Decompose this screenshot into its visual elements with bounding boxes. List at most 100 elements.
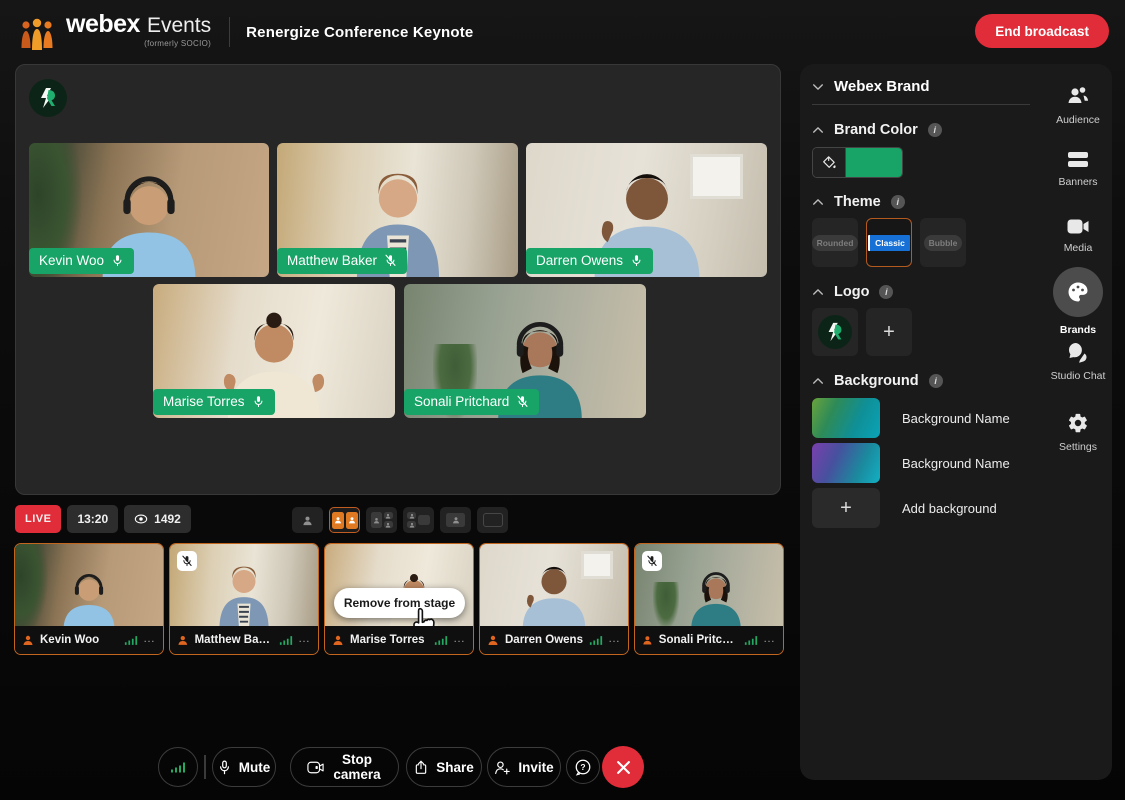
help-button[interactable]: ? [566,750,600,784]
thumbnail-name: Kevin Woo [40,634,99,646]
participant-name: Marise Torres [163,394,245,409]
sidebar-item-media[interactable]: Media [1040,218,1116,254]
speaker-icon [22,634,34,646]
participant-nametag: Darren Owens [526,248,653,274]
chevron-up-icon [812,377,824,385]
mic-on-icon [111,254,124,267]
theme-option-classic-selected[interactable]: Classic [866,218,912,267]
stage-video-tile[interactable]: Sonali Pritchard [404,284,646,418]
logo-section-header[interactable]: Logo i [812,284,893,300]
participant-thumbnail[interactable]: Remove from stage Marise Torres … [324,543,474,655]
thumbnail-name: Sonali Pritchard [659,634,738,646]
info-icon[interactable]: i [879,285,893,299]
mute-button[interactable]: Mute [212,747,276,787]
logo-thumbnail[interactable] [812,308,858,356]
speaker-icon [487,634,499,646]
stage-brand-logo [29,79,67,117]
theme-title: Theme [834,194,881,210]
settings-gear-icon [1067,412,1089,434]
layout-pip-button[interactable] [440,507,471,533]
theme-option-label: Rounded [812,235,859,251]
broadcast-timer: 13:20 [67,505,118,533]
participant-thumbnail[interactable]: Darren Owens … [479,543,629,655]
stage-canvas: Kevin Woo Matthew Baker [15,64,781,495]
section-divider [812,104,1030,105]
end-broadcast-button[interactable]: End broadcast [975,14,1109,48]
remove-from-stage-menu-item[interactable]: Remove from stage [334,588,465,618]
sidebar-item-brands-active[interactable]: Brands [1040,267,1116,336]
participant-name: Matthew Baker [287,253,377,268]
participant-thumbnail[interactable]: Sonali Pritchard … [634,543,784,655]
add-background-label: Add background [902,501,997,516]
sidebar-item-settings[interactable]: Settings [1040,412,1116,453]
sidebar-item-banners[interactable]: Banners [1040,150,1116,188]
connection-signal-icon [279,635,293,646]
participant-nametag: Kevin Woo [29,248,134,274]
participant-thumbnail[interactable]: Matthew Baker … [169,543,319,655]
camera-icon [307,761,324,774]
layout-grid-button-selected[interactable] [329,507,360,533]
toolbar-divider [204,755,206,779]
audio-level-button[interactable] [158,747,198,787]
live-badge: LIVE [15,505,61,533]
background-item[interactable]: Background Name [812,443,1010,483]
share-button[interactable]: Share [406,747,482,787]
mic-muted-icon [516,395,529,408]
sidebar-item-audience[interactable]: Audience [1040,85,1116,126]
theme-option-label: Classic [868,235,910,251]
theme-option-rounded[interactable]: Rounded [812,218,858,267]
stage-video-tile[interactable]: Darren Owens [526,143,767,277]
event-title: Renergize Conference Keynote [246,24,473,41]
mic-muted-icon [384,254,397,267]
layout-speaker-grid-button[interactable] [366,507,397,533]
background-thumbnail[interactable] [812,443,880,483]
add-logo-button[interactable]: + [866,308,912,356]
add-background-button[interactable]: + [812,488,880,528]
background-thumbnail[interactable] [812,398,880,438]
info-icon[interactable]: i [929,374,943,388]
info-icon[interactable]: i [928,123,942,137]
participant-thumbnail[interactable]: Kevin Woo … [14,543,164,655]
sidebar-item-label: Media [1064,242,1093,254]
close-controls-button[interactable] [602,746,644,788]
brand-color-swatch[interactable] [812,147,903,178]
background-item[interactable]: Background Name [812,398,1010,438]
video-feed [15,544,163,628]
stage-video-tile[interactable]: Marise Torres [153,284,395,418]
connection-signal-icon [124,635,138,646]
layout-single-button[interactable] [292,507,323,533]
layout-fullscreen-button[interactable] [477,507,508,533]
mic-muted-icon [181,555,193,567]
participant-nametag: Marise Torres [153,389,275,415]
webex-people-icon [18,18,58,52]
background-section-header[interactable]: Background i [812,373,943,389]
mic-muted-icon [646,555,658,567]
theme-section-header[interactable]: Theme i [812,194,905,210]
stage-layout-selector [292,507,508,533]
layout-content-right-button[interactable] [403,507,434,533]
connection-signal-icon [589,635,603,646]
participant-nametag: Matthew Baker [277,248,407,274]
participant-nametag: Sonali Pritchard [404,389,539,415]
muted-indicator-badge [642,551,662,571]
broadcast-status-bar: LIVE 13:20 1492 [15,505,191,533]
thumbnail-info-bar: Sonali Pritchard … [635,626,783,654]
mute-label: Mute [239,760,271,775]
theme-option-bubble[interactable]: Bubble [920,218,966,267]
stage-video-tile[interactable]: Matthew Baker [277,143,518,277]
brand-color-section-header[interactable]: Brand Color i [812,122,942,138]
eye-icon [134,514,148,524]
thumbnail-info-bar: Marise Torres … [325,626,473,654]
sidebar-item-label: Settings [1059,441,1097,453]
stop-camera-label: Stop camera [332,752,382,782]
add-background-row[interactable]: + Add background [812,488,997,528]
info-icon[interactable]: i [891,195,905,209]
header-divider [229,17,230,47]
participant-name: Darren Owens [536,253,623,268]
invite-button[interactable]: Invite [487,747,561,787]
panel-collapse-header[interactable]: Webex Brand [812,78,930,95]
sidebar-item-studio-chat[interactable]: Studio Chat [1040,341,1116,382]
stage-video-tile[interactable]: Kevin Woo [29,143,269,277]
stop-camera-button[interactable]: Stop camera [290,747,399,787]
thumbnail-name: Darren Owens [505,634,583,646]
